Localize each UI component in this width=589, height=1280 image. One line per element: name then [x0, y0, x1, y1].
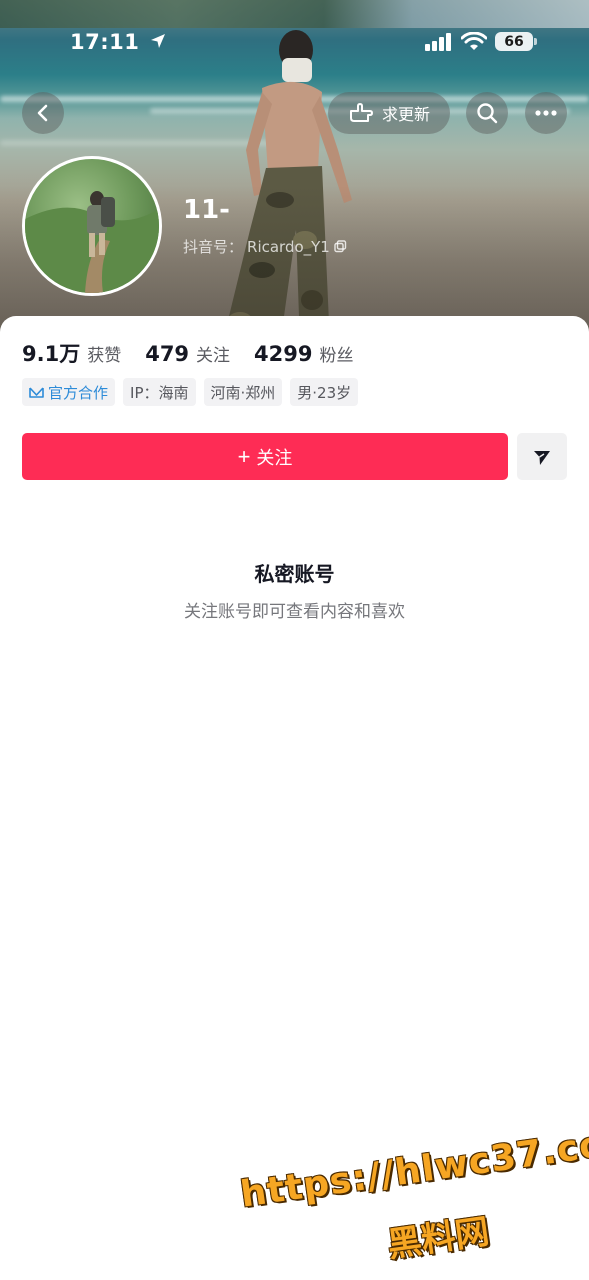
request-update-button[interactable]: 求更新 — [328, 92, 450, 134]
location-arrow-icon — [151, 34, 166, 48]
followers-count[interactable]: 4299 — [254, 342, 312, 366]
official-tag[interactable]: 官方合作 — [22, 378, 116, 406]
avatar-image — [25, 191, 159, 293]
more-button[interactable] — [525, 92, 567, 134]
account-id: Ricardo_Y1 — [247, 237, 330, 256]
nickname: 11- — [183, 195, 230, 225]
share-button[interactable] — [517, 433, 567, 480]
official-badge-icon — [29, 386, 44, 398]
battery-indicator: 66 — [495, 32, 537, 51]
search-icon — [477, 103, 498, 124]
share-icon — [534, 450, 550, 465]
account-label: 抖音号： — [183, 238, 244, 256]
status-time: 17:11 — [70, 30, 167, 54]
follow-button-label: 关注 — [256, 447, 293, 468]
private-account-description: 关注账号即可查看内容和喜欢 — [184, 602, 405, 622]
ip-tag-label: IP：海南 — [130, 383, 189, 402]
stats-row: 9.1万 获赞 479 关注 4299 粉丝 — [22, 338, 378, 368]
following-label: 关注 — [196, 346, 231, 366]
account-id-row[interactable]: 抖音号： Ricardo_Y1 — [183, 236, 347, 257]
copy-icon[interactable] — [334, 240, 347, 253]
signal-icon — [425, 32, 451, 51]
gender-age-tag-label: 男·23岁 — [297, 383, 352, 402]
status-icons: 66 — [425, 32, 537, 51]
request-update-label: 求更新 — [381, 105, 430, 124]
location-tag: 河南·郑州 — [203, 378, 283, 406]
likes-label: 获赞 — [87, 346, 122, 366]
private-account-title: 私密账号 — [254, 562, 335, 586]
ip-tag: IP：海南 — [123, 378, 196, 406]
back-button[interactable] — [22, 92, 64, 134]
avatar[interactable] — [22, 156, 162, 296]
gender-age-tag: 男·23岁 — [290, 378, 359, 406]
follow-button[interactable]: + 关注 — [22, 433, 508, 480]
profile-tags: 官方合作 IP：海南 河南·郑州 男·23岁 — [22, 378, 359, 406]
battery-level: 66 — [504, 33, 524, 50]
hand-point-icon — [349, 103, 373, 122]
back-arrow-icon — [37, 104, 48, 122]
location-tag-label: 河南·郑州 — [210, 383, 276, 402]
official-tag-label: 官方合作 — [48, 383, 109, 402]
wifi-icon — [461, 32, 487, 50]
likes-count[interactable]: 9.1万 — [22, 338, 80, 368]
followers-label: 粉丝 — [319, 346, 354, 366]
plus-icon: + — [237, 443, 251, 469]
status-time-text: 17:11 — [70, 30, 140, 54]
following-count[interactable]: 479 — [145, 342, 189, 366]
search-button[interactable] — [466, 92, 508, 134]
more-icon — [535, 110, 557, 116]
